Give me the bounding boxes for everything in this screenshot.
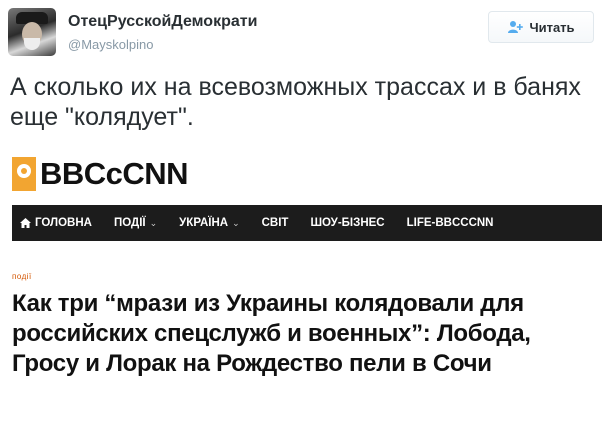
avatar[interactable] [8,8,56,56]
site-nav-bar: ГОЛОВНА ПОДІЇ ⌄ УКРАЇНА ⌄ СВІТ ШОУ-БІЗНЕ… [12,205,602,241]
nav-item-show-biznes[interactable]: ШОУ-БІЗНЕС [299,205,395,241]
avatar-beard [24,38,40,50]
author-name[interactable]: ОтецРусскойДемократи [68,13,257,31]
add-user-icon [508,21,524,33]
tweet-text: А сколько их на всевозможных трассах и в… [10,73,581,131]
chevron-down-icon: ⌄ [232,217,240,228]
article-headline[interactable]: Как три “мрази из Украины колядовали для… [12,289,600,379]
follow-label: Читать [529,19,575,35]
logo-mark-icon [12,157,36,191]
home-icon [20,218,31,228]
author-handle[interactable]: @Mayskolpino [68,37,153,52]
nav-item-svit[interactable]: СВІТ [251,205,300,241]
site-logo[interactable]: BBCcCNN [12,152,189,196]
follow-button[interactable]: Читать [488,11,594,43]
nav-item-label: ШОУ-БІЗНЕС [310,217,385,229]
site-logo-text: BBCcCNN [40,156,189,191]
nav-item-label: УКРАЇНА [179,217,229,229]
tweet-header: ОтецРусскойДемократи @Mayskolpino Читать [0,0,602,62]
category-tag[interactable]: події [12,272,32,281]
chevron-down-icon: ⌄ [149,217,158,228]
nav-item-label: СВІТ [261,217,289,229]
nav-item-label: LIFE-BBCCCNN [406,217,494,229]
nav-item-ukraina[interactable]: УКРАЇНА ⌄ [168,205,250,241]
nav-item-label: ПОДІЇ [113,217,146,229]
nav-item-life[interactable]: LIFE-BBCCCNN [396,205,505,241]
article-screenshot: BBCcCNN ГОЛОВНА ПОДІЇ ⌄ УКРАЇНА ⌄ СВІТ Ш… [10,148,602,424]
nav-item-label: ГОЛОВНА [35,217,92,229]
nav-item-podii[interactable]: ПОДІЇ ⌄ [103,205,168,241]
nav-item-home[interactable]: ГОЛОВНА [12,205,103,241]
